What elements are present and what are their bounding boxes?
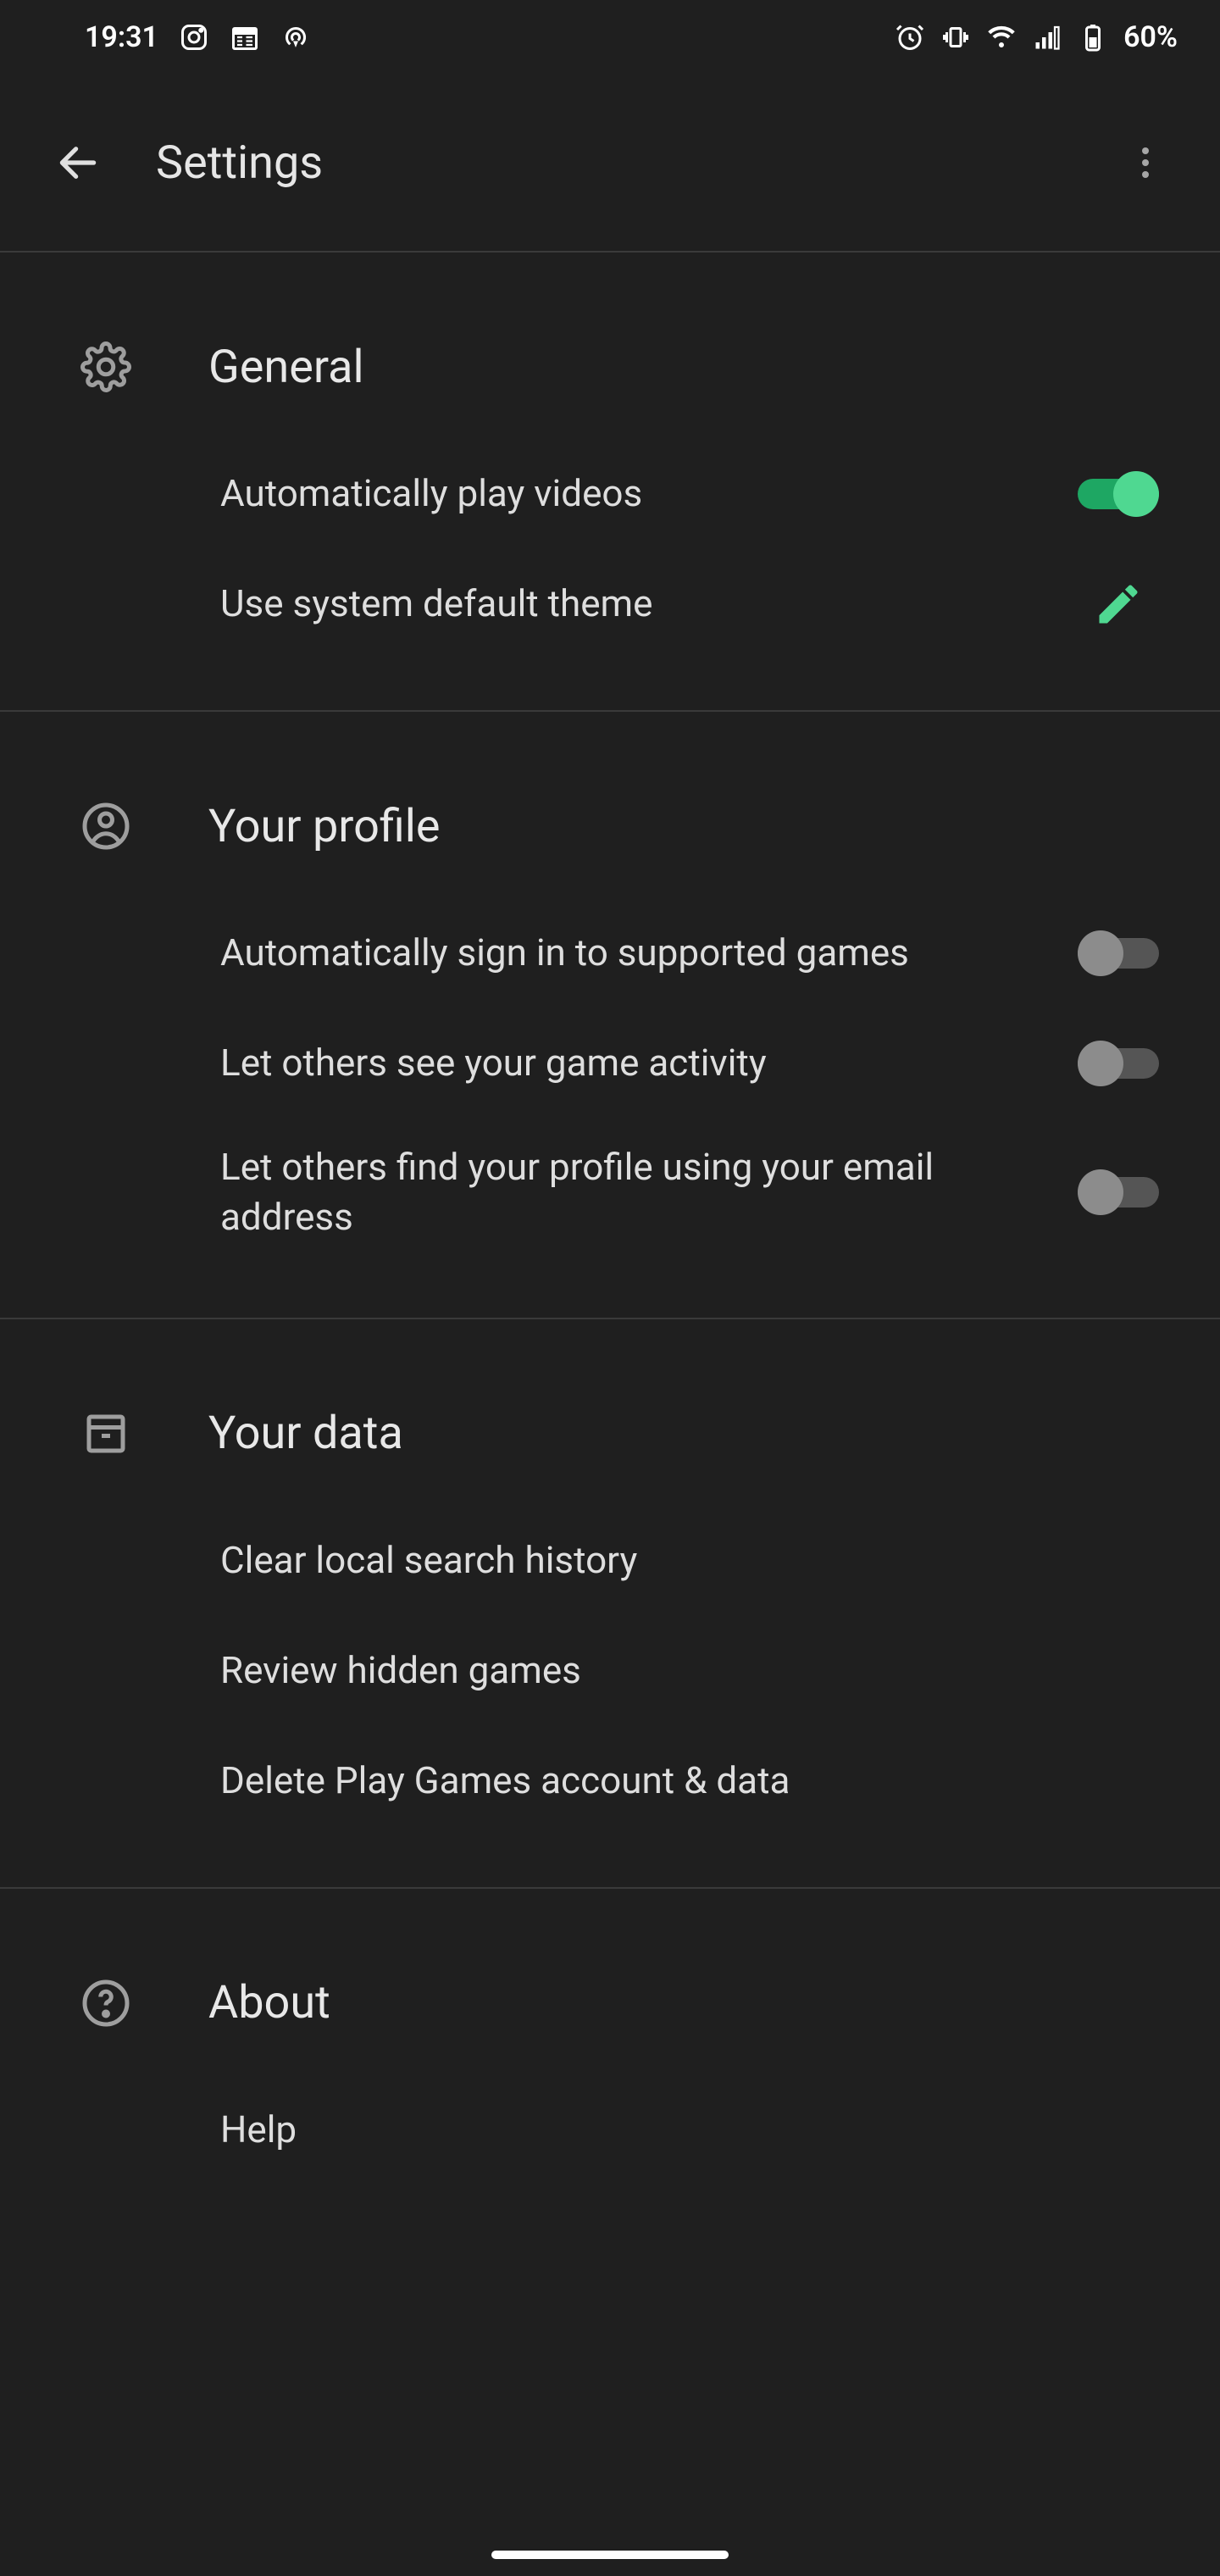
row-clear-search-history[interactable]: Clear local search history bbox=[0, 1506, 1220, 1616]
row-label: Delete Play Games account & data bbox=[220, 1756, 1169, 1806]
row-find-by-email[interactable]: Let others find your profile using your … bbox=[0, 1119, 1220, 1267]
row-label: Clear local search history bbox=[220, 1535, 1169, 1585]
row-trailing bbox=[1068, 471, 1169, 517]
row-delete-account-data[interactable]: Delete Play Games account & data bbox=[0, 1726, 1220, 1836]
help-icon bbox=[68, 1965, 144, 2041]
row-review-hidden-games[interactable]: Review hidden games bbox=[0, 1616, 1220, 1726]
app-bar: Settings bbox=[0, 75, 1220, 253]
row-trailing bbox=[1068, 1169, 1169, 1215]
section-title: Your profile bbox=[208, 800, 441, 853]
row-label: Let others find your profile using your … bbox=[220, 1142, 1068, 1243]
section-your-data: Your data Clear local search history Rev… bbox=[0, 1319, 1220, 1889]
section-header-data: Your data bbox=[0, 1319, 1220, 1506]
row-label: Review hidden games bbox=[220, 1646, 1169, 1696]
toggle-find-by-email[interactable] bbox=[1078, 1169, 1159, 1215]
archive-icon bbox=[68, 1396, 144, 1472]
row-auto-sign-in[interactable]: Automatically sign in to supported games bbox=[0, 898, 1220, 1008]
toggle-auto-play-videos[interactable] bbox=[1078, 471, 1159, 517]
row-label: Automatically play videos bbox=[220, 469, 1068, 519]
overflow-menu-button[interactable] bbox=[1105, 122, 1186, 203]
back-button[interactable] bbox=[37, 122, 119, 203]
row-label: Help bbox=[220, 2105, 1169, 2155]
calendar-icon bbox=[230, 22, 260, 53]
section-header-profile: Your profile bbox=[0, 712, 1220, 898]
section-your-profile: Your profile Automatically sign in to su… bbox=[0, 712, 1220, 1319]
signal-icon bbox=[1032, 22, 1062, 53]
row-trailing bbox=[1068, 579, 1169, 630]
section-about: About Help bbox=[0, 1889, 1220, 2236]
page-title: Settings bbox=[156, 136, 1105, 190]
pencil-icon[interactable] bbox=[1093, 579, 1144, 630]
toggle-auto-sign-in[interactable] bbox=[1078, 930, 1159, 976]
row-activity-visible[interactable]: Let others see your game activity bbox=[0, 1008, 1220, 1119]
section-header-general: General bbox=[0, 253, 1220, 439]
row-trailing bbox=[1068, 1041, 1169, 1086]
section-header-about: About bbox=[0, 1889, 1220, 2075]
status-left: 19:31 bbox=[85, 20, 311, 54]
wifi-icon bbox=[986, 22, 1017, 53]
row-label: Automatically sign in to supported games bbox=[220, 928, 1068, 978]
row-label: Let others see your game activity bbox=[220, 1038, 1068, 1088]
status-bar: 19:31 60% bbox=[0, 0, 1220, 75]
row-theme[interactable]: Use system default theme bbox=[0, 549, 1220, 659]
gear-icon bbox=[68, 329, 144, 405]
section-title: General bbox=[208, 341, 364, 394]
status-time: 19:31 bbox=[85, 20, 158, 54]
person-icon bbox=[68, 788, 144, 864]
row-help[interactable]: Help bbox=[0, 2075, 1220, 2185]
status-right: 60% bbox=[895, 20, 1178, 54]
row-auto-play-videos[interactable]: Automatically play videos bbox=[0, 439, 1220, 549]
section-title: Your data bbox=[208, 1407, 403, 1460]
battery-icon bbox=[1078, 22, 1108, 53]
instagram-icon bbox=[179, 22, 209, 53]
broadcast-icon bbox=[280, 22, 311, 53]
alarm-icon bbox=[895, 22, 925, 53]
gesture-bar bbox=[491, 2551, 729, 2559]
status-battery-pct: 60% bbox=[1123, 20, 1178, 54]
section-title: About bbox=[208, 1976, 330, 2029]
toggle-activity-visible[interactable] bbox=[1078, 1041, 1159, 1086]
row-label: Use system default theme bbox=[220, 579, 1068, 629]
settings-scroll[interactable]: General Automatically play videos Use sy… bbox=[0, 253, 1220, 2576]
vibrate-icon bbox=[940, 22, 971, 53]
section-general: General Automatically play videos Use sy… bbox=[0, 253, 1220, 712]
row-trailing bbox=[1068, 930, 1169, 976]
